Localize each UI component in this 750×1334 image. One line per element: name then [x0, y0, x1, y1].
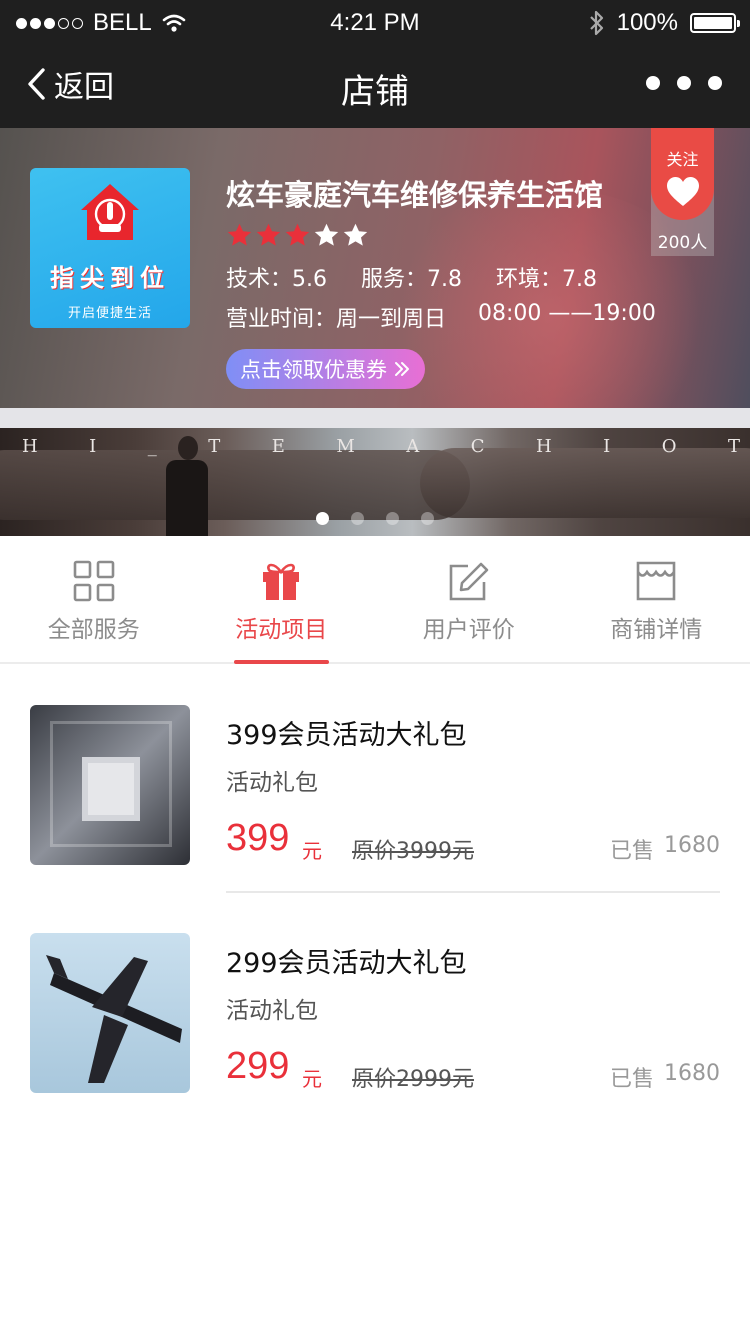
banner-letter: I: [603, 436, 613, 457]
house-logo-icon: [81, 184, 139, 240]
sold-label: 已售: [609, 1067, 654, 1092]
banner-letter: T: [727, 436, 742, 457]
more-dot-icon: [708, 76, 722, 90]
store-icon: [636, 561, 676, 601]
list-divider: [226, 891, 720, 893]
hours-value: 08:00 ——19:00: [478, 301, 656, 326]
tab-store-details[interactable]: 商铺详情: [563, 536, 750, 662]
status-right: 100%: [589, 9, 740, 37]
more-button[interactable]: [646, 76, 722, 90]
banner-pagination: [0, 512, 750, 525]
banner-letter: T: [208, 436, 223, 457]
hours-label: 营业时间：周一到周日: [226, 307, 447, 332]
page-title: 店铺: [341, 72, 409, 112]
pagination-dot[interactable]: [351, 512, 364, 525]
bluetooth-icon: [589, 10, 603, 36]
banner-hand-right: [420, 448, 750, 518]
banner-letter: H: [22, 436, 40, 457]
logo-title: 指尖到位: [50, 264, 170, 292]
more-dot-icon: [677, 76, 691, 90]
section-gap: [0, 408, 750, 428]
tab-all-services[interactable]: 全部服务: [0, 536, 188, 662]
follow-button[interactable]: 关注 200人: [651, 128, 714, 256]
follow-badge: 关注: [651, 128, 714, 220]
rating-stars: [226, 222, 369, 249]
edit-icon: [449, 562, 489, 601]
battery-icon: [690, 13, 740, 33]
banner-letter: E: [271, 436, 287, 457]
star-filled-icon: [256, 223, 281, 246]
pagination-dot[interactable]: [421, 512, 434, 525]
score-environment: 环境：7.8: [496, 267, 597, 292]
airplane-image: [46, 955, 182, 1083]
tab-user-reviews[interactable]: 用户评价: [375, 536, 563, 662]
tab-bar: 全部服务 活动项目 用户评价 商铺详情: [0, 536, 750, 664]
price-unit: 元: [302, 1067, 322, 1091]
sold-count: 已售 1680: [610, 1061, 720, 1093]
pagination-dot[interactable]: [386, 512, 399, 525]
more-dot-icon: [646, 76, 660, 90]
shop-name: 炫车豪庭汽车维修保养生活馆: [226, 178, 604, 212]
sold-count: 已售 1680: [610, 833, 720, 865]
score-service: 服务：7.8: [361, 267, 462, 292]
sold-label: 已售: [609, 839, 654, 864]
tab-label: 商铺详情: [610, 617, 703, 643]
product-price: 399: [226, 817, 290, 859]
star-empty-icon: [314, 223, 339, 246]
navigation-bar: 返回 店铺: [0, 44, 750, 128]
banner-letter: A: [406, 436, 422, 457]
product-thumbnail: [30, 933, 190, 1093]
score-technique: 技术：5.6: [226, 267, 327, 292]
product-title: 299会员活动大礼包: [226, 948, 467, 979]
product-card[interactable]: 299会员活动大礼包 活动礼包 299 元 原价2999元 已售 1680: [30, 933, 720, 1093]
tab-label: 全部服务: [47, 617, 140, 643]
follow-label: 关注: [666, 150, 699, 169]
banner-letter: H: [535, 436, 554, 457]
banner-letter: C: [470, 436, 487, 457]
tab-label: 用户评价: [422, 617, 515, 643]
product-title: 399会员活动大礼包: [226, 720, 467, 751]
original-price: 原价2999元: [352, 1067, 474, 1092]
heart-icon: [666, 177, 699, 206]
battery-percent: 100%: [616, 9, 678, 36]
banner-letter: _: [147, 436, 159, 457]
banner-letter: M: [336, 436, 357, 457]
sold-number: 1680: [664, 833, 720, 858]
follower-count: 200人: [657, 233, 708, 253]
double-chevron-right-icon: [395, 362, 409, 376]
sold-number: 1680: [664, 1061, 720, 1086]
shop-logo: 指尖到位 开启便捷生活: [30, 168, 190, 328]
shop-scores: 技术：5.6 服务：7.8 环境：7.8: [226, 261, 597, 293]
get-coupon-button[interactable]: 点击领取优惠券: [226, 349, 425, 389]
product-card[interactable]: 399会员活动大礼包 活动礼包 399 元 原价3999元 已售 1680: [30, 705, 720, 865]
banner-letter: I: [89, 436, 99, 457]
tab-label: 活动项目: [235, 617, 328, 643]
product-subtitle: 活动礼包: [226, 770, 318, 796]
pagination-dot[interactable]: [316, 512, 329, 525]
business-hours: 营业时间：周一到周日 08:00 ——19:00: [226, 301, 656, 333]
logo-subtitle: 开启便捷生活: [67, 306, 152, 321]
product-subtitle: 活动礼包: [226, 998, 318, 1024]
tab-activities[interactable]: 活动项目: [188, 536, 376, 664]
banner-letters: H I _ T E M A C H I O T: [22, 436, 742, 457]
product-thumbnail: [30, 705, 190, 865]
price-unit: 元: [302, 839, 322, 863]
grid-icon: [73, 560, 115, 602]
product-price: 299: [226, 1045, 290, 1087]
banner-hand-left: [0, 450, 470, 520]
gift-icon: [263, 563, 300, 600]
coupon-label: 点击领取优惠券: [240, 358, 387, 382]
star-filled-icon: [285, 223, 310, 246]
shop-header: 指尖到位 开启便捷生活 炫车豪庭汽车维修保养生活馆 技术：5.6 服务：7.8 …: [0, 128, 750, 408]
original-price: 原价3999元: [352, 839, 474, 864]
star-empty-icon: [343, 223, 368, 246]
banner-letter: O: [661, 436, 679, 457]
star-filled-icon: [227, 223, 252, 246]
status-bar: BELL 4:21 PM 100%: [0, 0, 750, 44]
